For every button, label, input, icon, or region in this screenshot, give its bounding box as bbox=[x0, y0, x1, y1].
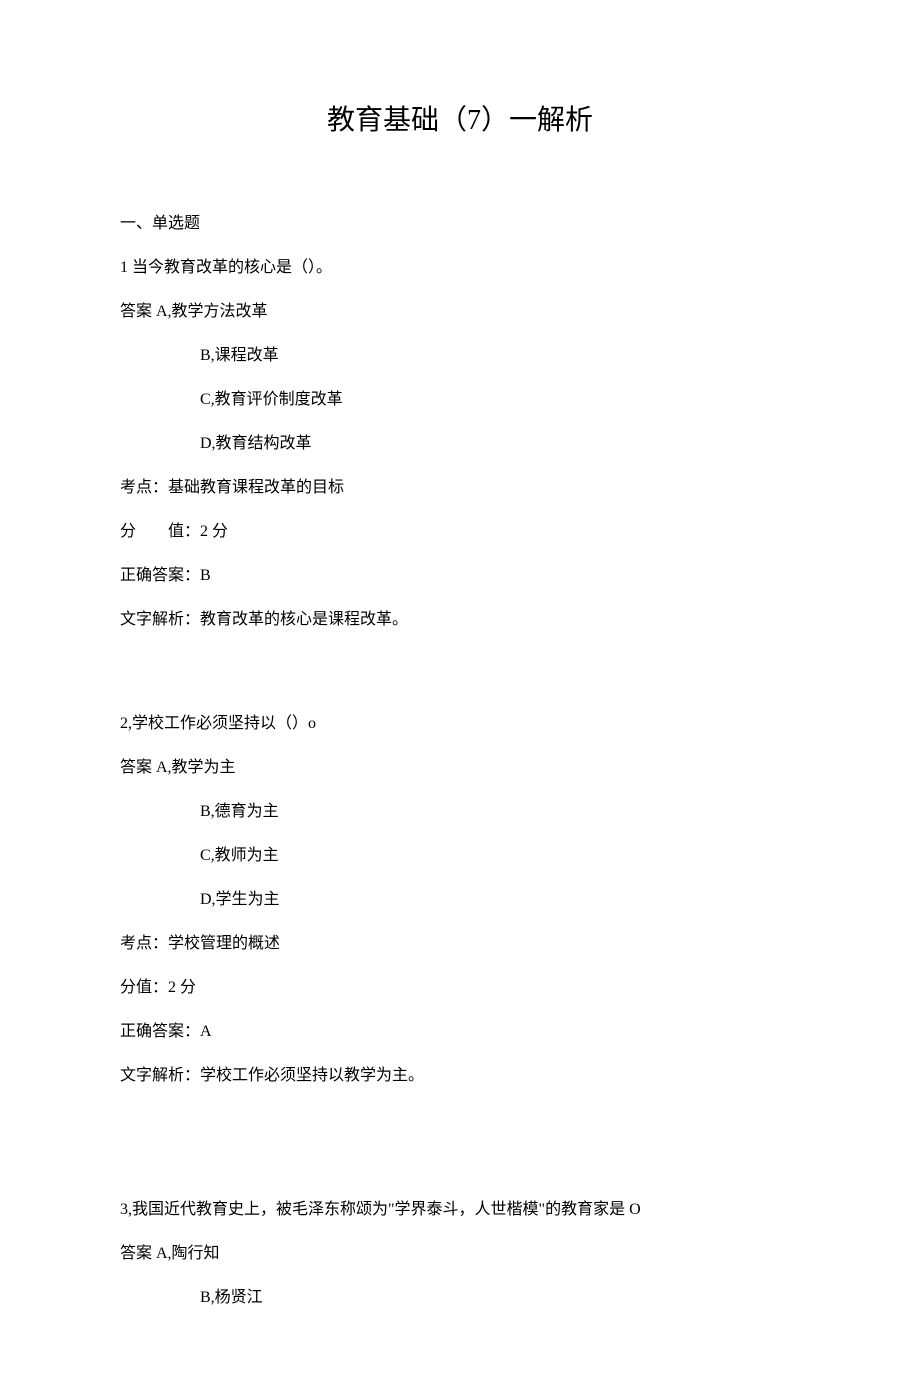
q2-option-c: C,教师为主 bbox=[120, 844, 800, 868]
q1-score: 分 值：2 分 bbox=[120, 520, 800, 544]
q1-option-c: C,教育评价制度改革 bbox=[120, 388, 800, 412]
q2-stem: 2,学校工作必须坚持以（）o bbox=[120, 712, 800, 736]
spacer bbox=[120, 1108, 800, 1198]
q2-point: 考点：学校管理的概述 bbox=[120, 932, 800, 956]
q3-option-a: 答案 A,陶行知 bbox=[120, 1242, 800, 1266]
q2-option-a: 答案 A,教学为主 bbox=[120, 756, 800, 780]
page-title: 教育基础（7）一解析 bbox=[120, 100, 800, 142]
q1-correct: 正确答案：B bbox=[120, 564, 800, 588]
q1-point: 考点：基础教育课程改革的目标 bbox=[120, 476, 800, 500]
q2-explain: 文字解析：学校工作必须坚持以教学为主。 bbox=[120, 1064, 800, 1088]
q1-explain: 文字解析：教育改革的核心是课程改革。 bbox=[120, 608, 800, 632]
q2-option-b: B,德育为主 bbox=[120, 800, 800, 824]
q2-correct: 正确答案：A bbox=[120, 1020, 800, 1044]
q3-stem: 3,我国近代教育史上，被毛泽东称颂为"学界泰斗，人世楷模"的教育家是 O bbox=[120, 1198, 800, 1222]
section-header: 一、单选题 bbox=[120, 212, 800, 236]
q1-option-d: D,教育结构改革 bbox=[120, 432, 800, 456]
q3-option-b: B,杨贤江 bbox=[120, 1286, 800, 1310]
spacer bbox=[120, 652, 800, 712]
document-page: 教育基础（7）一解析 一、单选题 1 当今教育改革的核心是（）。 答案 A,教学… bbox=[0, 0, 920, 1390]
q1-option-b: B,课程改革 bbox=[120, 344, 800, 368]
q1-option-a: 答案 A,教学方法改革 bbox=[120, 300, 800, 324]
q2-option-d: D,学生为主 bbox=[120, 888, 800, 912]
q2-score: 分值：2 分 bbox=[120, 976, 800, 1000]
q1-stem: 1 当今教育改革的核心是（）。 bbox=[120, 256, 800, 280]
